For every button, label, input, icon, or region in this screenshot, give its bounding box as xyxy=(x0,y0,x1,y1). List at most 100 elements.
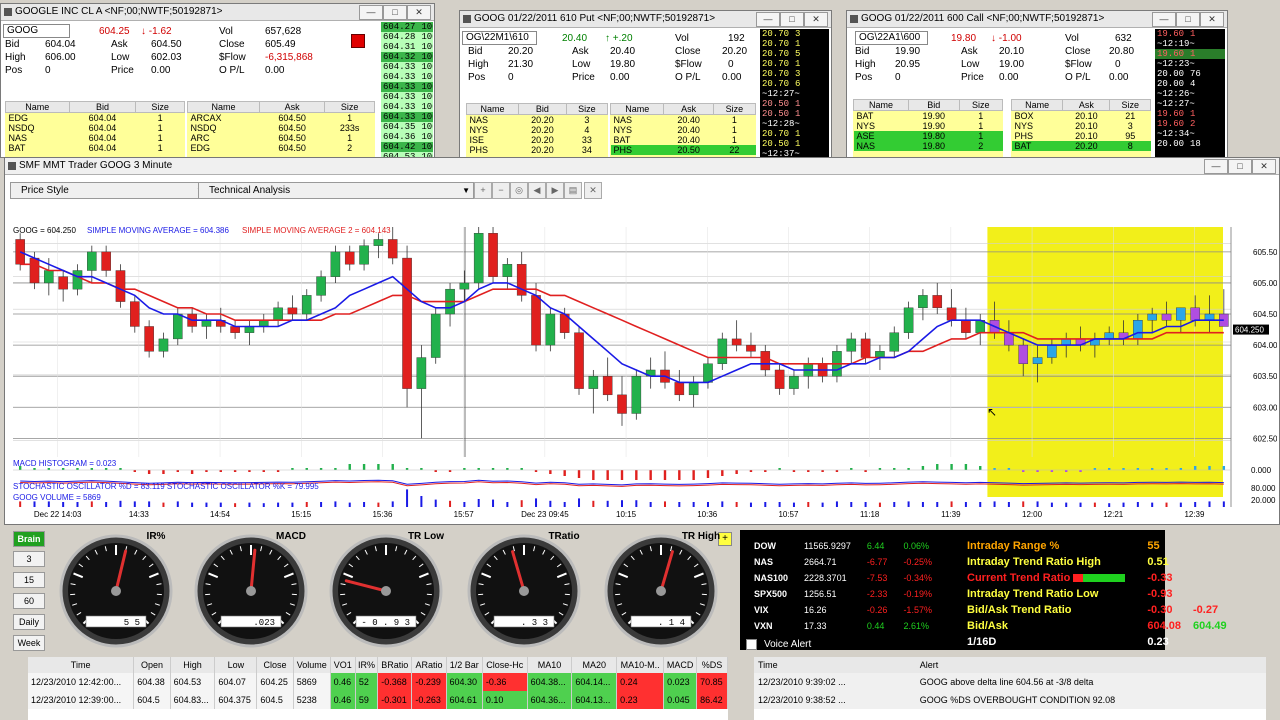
book-row[interactable]: BAT 20.20 8 xyxy=(1011,141,1151,151)
interval-15-button[interactable]: 15 xyxy=(13,572,45,588)
col-header[interactable]: Bid xyxy=(68,101,137,113)
col-header[interactable]: Size xyxy=(1109,99,1151,111)
maximize-icon[interactable]: □ xyxy=(383,5,407,20)
book-row[interactable]: NYS 20.40 1 xyxy=(611,125,756,135)
col-header[interactable]: Name xyxy=(465,103,520,115)
book-row[interactable]: EDG 604.04 1 xyxy=(6,113,185,124)
book-row[interactable]: PHS 20.20 34 xyxy=(467,145,608,155)
minimize-icon[interactable]: — xyxy=(1204,159,1228,174)
voice-alert-checkbox[interactable] xyxy=(746,639,757,650)
book-row[interactable]: EDG 604.50 2 xyxy=(188,143,375,153)
book-row[interactable]: NSDQ 604.04 1 xyxy=(6,123,185,133)
col-header[interactable]: ARatio xyxy=(411,657,447,673)
maximize-icon[interactable]: □ xyxy=(1176,12,1200,27)
close-icon[interactable]: ✕ xyxy=(1200,12,1224,27)
zoom-out-icon[interactable]: − xyxy=(492,182,510,199)
col-header[interactable]: Ask xyxy=(1062,99,1111,111)
zoom-in-icon[interactable]: + xyxy=(474,182,492,199)
time-and-sales[interactable]: 20.70 3 20.70 1 20.70 5 20.70 1 20.70 3 20.70 6 ~12:… xyxy=(760,29,829,157)
col-header[interactable]: Size xyxy=(565,103,609,115)
quote-window-put-titlebar[interactable]: GOOG 01/22/2011 610 Put <NF;00;NWTF;5019… xyxy=(460,11,831,28)
book-row[interactable]: NYS 20.10 3 xyxy=(1012,121,1151,131)
scroll-right-icon[interactable]: ▶ xyxy=(546,182,564,199)
close-icon[interactable]: ✕ xyxy=(1252,159,1276,174)
col-header[interactable]: MA10-M.. xyxy=(616,657,665,673)
col-header[interactable]: Name xyxy=(186,101,261,113)
col-header[interactable]: Size xyxy=(712,103,757,115)
book-row[interactable]: BAT 19.90 1 xyxy=(854,111,1003,122)
symbol-input[interactable]: GOOG xyxy=(3,24,70,38)
brain-button[interactable]: Brain xyxy=(13,531,45,547)
col-header[interactable]: MA20 xyxy=(571,657,618,673)
col-header[interactable]: Alert xyxy=(915,657,1266,673)
interval-3-button[interactable]: 3 xyxy=(13,551,45,567)
col-header[interactable]: Size xyxy=(324,101,375,113)
price-style-dropdown[interactable]: Price Style▼ xyxy=(10,182,208,199)
col-header[interactable]: VO1 xyxy=(330,657,356,673)
book-row[interactable]: NAS 19.80 2 xyxy=(853,141,1003,151)
book-row[interactable]: NAS 20.20 3 xyxy=(467,115,608,126)
col-header[interactable]: Bid xyxy=(518,103,567,115)
col-header[interactable]: Ask xyxy=(663,103,714,115)
close-chart-icon[interactable]: ✕ xyxy=(584,182,602,199)
col-header[interactable]: MACD xyxy=(663,657,698,673)
maximize-icon[interactable]: □ xyxy=(780,12,804,27)
col-header[interactable]: MA10 xyxy=(527,657,573,673)
chart-type-icon[interactable]: ▤ xyxy=(564,182,582,199)
symbol-input[interactable]: OG\22A1\600 xyxy=(855,31,928,45)
alert-row[interactable]: 12/23/2010 9:38:52 ... GOOG %DS OVERBOUGH… xyxy=(754,691,1266,709)
col-header[interactable]: BRatio xyxy=(377,657,413,673)
col-header[interactable]: Size xyxy=(958,99,1004,111)
col-header[interactable]: Time xyxy=(754,657,916,673)
table-row[interactable]: 12/23/2010 12:42:00... 604.38 604.53 604.07… xyxy=(28,673,728,691)
symbol-input[interactable]: OG\22M1\610 xyxy=(462,31,537,45)
col-header[interactable]: High xyxy=(170,657,216,673)
book-row[interactable]: NYS 20.20 4 xyxy=(467,125,608,135)
book-row[interactable]: ISE 20.20 33 xyxy=(467,135,608,145)
col-header[interactable]: Name xyxy=(609,103,665,115)
time-and-sales[interactable]: 19.60 1 ~12:19~ 19.60 1 ~12:23~ 20.00 76 20.00 4 ~… xyxy=(1155,29,1225,157)
book-row[interactable]: NAS 20.40 1 xyxy=(611,115,756,126)
chart-titlebar[interactable]: SMF MMT Trader GOOG 3 Minute — □ ✕ xyxy=(5,158,1279,175)
minimize-icon[interactable]: — xyxy=(756,12,780,27)
col-header[interactable]: Name xyxy=(5,101,70,113)
col-header[interactable]: Ask xyxy=(259,101,326,113)
book-row[interactable]: ARCAX 604.50 1 xyxy=(188,113,375,124)
zoom-reset-icon[interactable]: ◎ xyxy=(510,182,528,199)
scroll-left-icon[interactable]: ◀ xyxy=(528,182,546,199)
col-header[interactable]: Close xyxy=(256,657,294,673)
col-header[interactable]: Size xyxy=(135,101,185,113)
col-header[interactable]: IR% xyxy=(355,657,379,673)
col-header[interactable]: Time xyxy=(28,657,135,673)
book-row[interactable]: ARC 604.50 1 xyxy=(188,133,375,143)
interval-daily-button[interactable]: Daily xyxy=(13,614,45,630)
interval-week-button[interactable]: Week xyxy=(13,635,45,651)
col-header[interactable]: Name xyxy=(853,99,909,111)
col-header[interactable]: Volume xyxy=(293,657,331,673)
book-row[interactable]: BOX 20.10 21 xyxy=(1012,111,1151,122)
book-row[interactable]: NAS 604.04 1 xyxy=(6,133,185,143)
book-row[interactable]: ASE 19.80 1 xyxy=(853,131,1003,141)
interval-60-button[interactable]: 60 xyxy=(13,593,45,609)
maximize-icon[interactable]: □ xyxy=(1228,159,1252,174)
col-header[interactable]: 1/2 Bar xyxy=(446,657,483,673)
minimize-icon[interactable]: — xyxy=(1152,12,1176,27)
book-row[interactable]: BAT 20.40 1 xyxy=(611,135,756,145)
col-header[interactable]: Close-Hc xyxy=(482,657,528,673)
time-and-sales[interactable]: 604.27100604.28100604.31100604.32100604.… xyxy=(381,22,433,157)
col-header[interactable]: Open xyxy=(133,657,171,673)
minimize-icon[interactable]: — xyxy=(359,5,383,20)
book-row[interactable]: BAT 604.04 1 xyxy=(6,143,185,153)
col-header[interactable]: %DS xyxy=(696,657,728,673)
col-header[interactable]: Name xyxy=(1010,99,1064,111)
price-chart[interactable]: 605.500 605.000 604.500 604.000 603.500 603.0… xyxy=(5,202,1277,522)
technical-analysis-dropdown[interactable]: Technical Analysis ▼ xyxy=(198,182,474,199)
book-row[interactable]: NYS 19.90 1 xyxy=(854,121,1003,131)
close-icon[interactable]: ✕ xyxy=(804,12,828,27)
table-row[interactable]: 12/23/2010 12:39:00... 604.5 604.83... 604.… xyxy=(28,691,728,709)
book-row[interactable]: PHS 20.10 95 xyxy=(1012,131,1151,141)
close-icon[interactable]: ✕ xyxy=(407,5,431,20)
col-header[interactable]: Low xyxy=(214,657,258,673)
book-row[interactable]: NSDQ 604.50 233s xyxy=(188,123,375,133)
quote-window-goog-titlebar[interactable]: GOOGLE INC CL A <NF;00;NWTF;50192871> — … xyxy=(1,4,434,21)
